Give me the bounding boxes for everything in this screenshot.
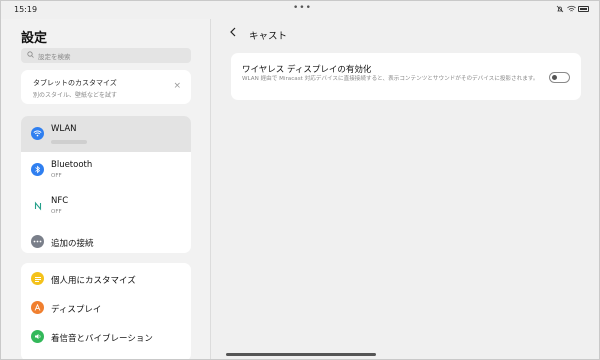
bluetooth-icon — [31, 163, 44, 176]
chevron-left-icon — [230, 27, 236, 37]
tip-subtitle: 別のスタイル、壁紙などを試す — [33, 92, 118, 99]
sidebar-item-label: Bluetooth — [51, 160, 93, 170]
sound-icon — [31, 330, 44, 343]
sidebar-item-display[interactable]: ディスプレイ — [21, 294, 191, 322]
status-icons — [556, 5, 589, 13]
sidebar-item-label: 個人用にカスタマイズ — [51, 276, 136, 286]
sidebar-item-label: 着信音とバイブレーション — [51, 334, 153, 344]
wifi-icon — [31, 127, 44, 140]
sidebar-item-status: OFF — [51, 173, 62, 179]
wireless-display-title: ワイヤレス ディスプレイの有効化 — [242, 65, 372, 75]
sidebar-item-bluetooth[interactable]: Bluetooth OFF — [21, 152, 191, 188]
sidebar-item-label: WLAN — [51, 124, 77, 134]
sidebar-item-label: NFC — [51, 196, 69, 206]
status-bar: 15:19 ••• — [1, 1, 599, 19]
sidebar-item-sound[interactable]: 着信音とバイブレーション — [21, 323, 191, 351]
connected-network-name — [51, 140, 87, 144]
nfc-icon — [31, 199, 44, 212]
home-indicator[interactable] — [226, 353, 376, 356]
toggle-knob — [552, 75, 557, 80]
page-title: 設定 — [21, 31, 48, 46]
wireless-display-description: WLAN 経由で Miracast 対応デバイスに直接接続すると、表示コンテンツ… — [242, 76, 539, 82]
connection-group: WLAN Bluetooth OFF NFC OFF 追加の接続 — [21, 116, 191, 253]
tablet-screen: 15:19 ••• 設定 設定を検索 タブレットのカスタマイズ 別のスタイル、壁… — [0, 0, 600, 360]
sidebar-item-more-connections[interactable]: 追加の接続 — [21, 224, 191, 253]
dnd-icon — [556, 5, 564, 13]
search-icon — [27, 51, 38, 60]
sidebar-item-status: OFF — [51, 209, 62, 215]
personal-group: 個人用にカスタマイズ ディスプレイ 着信音とバイブレーション — [21, 263, 191, 359]
sidebar-item-label: 追加の接続 — [51, 239, 94, 249]
search-input[interactable]: 設定を検索 — [21, 48, 191, 63]
sidebar-item-nfc[interactable]: NFC OFF — [21, 188, 191, 224]
customize-tip-card[interactable]: タブレットのカスタマイズ 別のスタイル、壁紙などを試す × — [21, 70, 191, 104]
sidebar-item-wlan[interactable]: WLAN — [21, 116, 191, 152]
settings-sidebar: 設定 設定を検索 タブレットのカスタマイズ 別のスタイル、壁紙などを試す × W… — [1, 19, 210, 359]
back-button[interactable] — [229, 26, 237, 40]
search-placeholder: 設定を検索 — [38, 52, 71, 61]
display-icon — [31, 301, 44, 314]
page-title: キャスト — [249, 31, 288, 42]
close-icon[interactable]: × — [173, 81, 181, 91]
tip-title: タブレットのカスタマイズ — [33, 79, 117, 87]
status-time: 15:19 — [14, 5, 38, 14]
battery-icon — [578, 5, 589, 12]
wireless-display-card[interactable]: ワイヤレス ディスプレイの有効化 WLAN 経由で Miracast 対応デバイ… — [231, 53, 581, 100]
palette-icon — [31, 272, 44, 285]
more-icon — [31, 235, 44, 248]
multiwindow-dots[interactable]: ••• — [293, 3, 312, 13]
wireless-display-toggle[interactable] — [549, 72, 570, 83]
cast-detail-pane: キャスト ワイヤレス ディスプレイの有効化 WLAN 経由で Miracast … — [211, 19, 599, 359]
sidebar-item-label: ディスプレイ — [51, 305, 102, 315]
wifi-icon — [567, 5, 576, 12]
sidebar-item-personalize[interactable]: 個人用にカスタマイズ — [21, 265, 191, 293]
